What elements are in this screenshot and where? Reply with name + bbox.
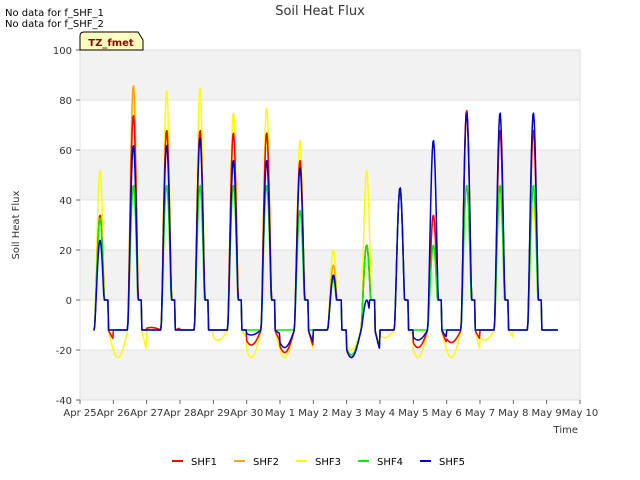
x-tick-label: May 8 — [498, 408, 528, 419]
chart-title: Soil Heat Flux — [275, 4, 365, 19]
x-tick-label: May 5 — [398, 408, 428, 419]
series-lines — [93, 85, 558, 359]
y-tick-label: -40 — [56, 396, 72, 407]
y-tick-label: 80 — [59, 96, 72, 107]
x-tick-label: May 4 — [365, 408, 395, 419]
x-axis-ticks: Apr 25 Apr 26 Apr 27 Apr 28 Apr 29 Apr 30 May … — [63, 400, 598, 419]
legend: SHF1 SHF2 SHF3 SHF4 SHF5 — [172, 457, 465, 468]
soil-heat-flux-chart: -40-20020406080100 Apr 25 Apr 26 Apr 27 Apr… — [11, 4, 598, 468]
x-tick-label: May 7 — [465, 408, 495, 419]
tag-text: TZ_fmet — [88, 38, 134, 49]
x-tick-label: Apr 25 — [63, 408, 96, 419]
tz-fmet-tag: TZ_fmet — [79, 31, 144, 51]
band — [80, 150, 580, 200]
x-axis-label: Time — [553, 425, 578, 436]
x-tick-label: May 2 — [298, 408, 328, 419]
x-tick-label: Apr 28 — [163, 408, 196, 419]
y-tick-label: 0 — [66, 296, 72, 307]
x-tick-label: Apr 29 — [197, 408, 230, 419]
background-bands — [80, 50, 580, 400]
y-axis-ticks: -40 -20 0 20 40 60 80 100 — [53, 46, 80, 407]
y-tick-label: -20 — [56, 346, 72, 357]
x-tick-label: Apr 27 — [130, 408, 163, 419]
x-tick-label: May 1 — [265, 408, 295, 419]
legend-label: SHF5 — [439, 457, 465, 468]
y-tick-label: 40 — [59, 196, 72, 207]
plot-frame — [79, 49, 581, 401]
y-tick-label: 60 — [59, 146, 72, 157]
gridlines — [80, 49, 580, 401]
y-axis-label: Soil Heat Flux — [11, 190, 22, 259]
legend-label: SHF3 — [315, 457, 341, 468]
x-tick-label: May 6 — [432, 408, 462, 419]
x-tick-label: May 3 — [332, 408, 362, 419]
y-tick-label: 100 — [53, 46, 72, 57]
legend-label: SHF2 — [253, 457, 279, 468]
x-tick-label: Apr 30 — [230, 408, 263, 419]
x-tick-label: May 9 — [532, 408, 562, 419]
band — [80, 350, 580, 400]
x-tick-label: May 10 — [562, 408, 599, 419]
legend-label: SHF4 — [377, 457, 403, 468]
y-tick-label: 20 — [59, 246, 72, 257]
legend-label: SHF1 — [191, 457, 217, 468]
x-tick-label: Apr 26 — [97, 408, 130, 419]
band — [80, 50, 580, 100]
